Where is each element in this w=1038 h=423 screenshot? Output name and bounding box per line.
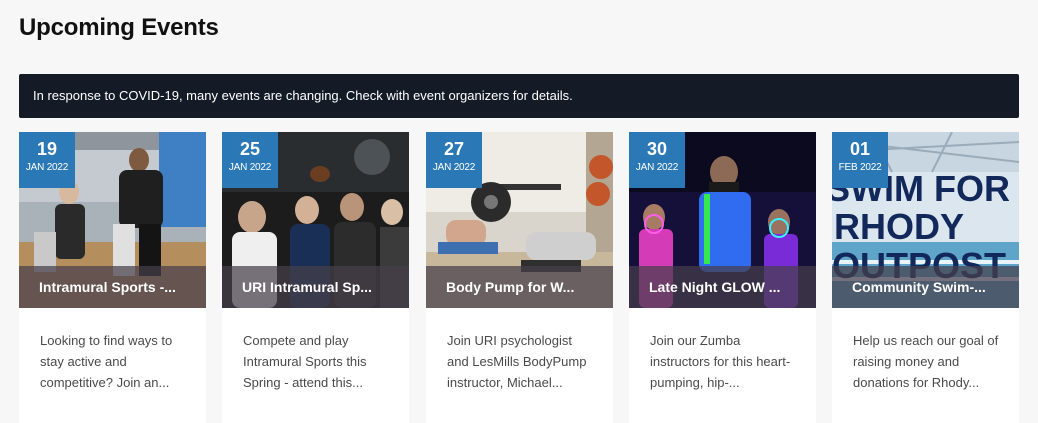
date-badge: 30 JAN 2022 bbox=[629, 132, 685, 188]
event-description: Join URI psychologist and LesMills BodyP… bbox=[447, 330, 597, 393]
event-image[interactable]: 19 JAN 2022 Intramural Sports -... bbox=[19, 132, 206, 308]
event-description-text: Join URI psychologist and LesMills BodyP… bbox=[447, 333, 587, 390]
event-card[interactable]: 19 JAN 2022 Intramural Sports -... Looki… bbox=[19, 132, 206, 423]
event-description: Join our Zumba instructors for this hear… bbox=[650, 330, 800, 393]
event-title[interactable]: Late Night GLOW ... bbox=[649, 278, 801, 296]
date-badge: 25 JAN 2022 bbox=[222, 132, 278, 188]
date-month: JAN 2022 bbox=[635, 162, 679, 173]
date-month: FEB 2022 bbox=[838, 162, 882, 173]
event-card[interactable]: 30 JAN 2022 Late Night GLOW ... Join our… bbox=[629, 132, 816, 423]
event-image[interactable]: 30 JAN 2022 Late Night GLOW ... bbox=[629, 132, 816, 308]
title-bar: Late Night GLOW ... bbox=[629, 266, 816, 308]
date-month: JAN 2022 bbox=[432, 162, 476, 173]
date-month: JAN 2022 bbox=[228, 162, 272, 173]
event-description: Compete and play Intramural Sports this … bbox=[243, 330, 393, 393]
event-description: Looking to find ways to stay active and … bbox=[40, 330, 190, 393]
date-day: 19 bbox=[36, 139, 58, 159]
date-badge: 27 JAN 2022 bbox=[426, 132, 482, 188]
event-description-text: Join our Zumba instructors for this hear… bbox=[650, 333, 791, 390]
poster-line-2: RHODY bbox=[834, 206, 964, 247]
date-day: 30 bbox=[646, 139, 668, 159]
date-badge: 01 FEB 2022 bbox=[832, 132, 888, 188]
event-title[interactable]: URI Intramural Sp... bbox=[242, 278, 394, 296]
date-day: 25 bbox=[239, 139, 261, 159]
event-description-text: Looking to find ways to stay active and … bbox=[40, 333, 173, 390]
covid-notice-banner: In response to COVID-19, many events are… bbox=[19, 74, 1019, 118]
event-image[interactable]: SWIM FOR RHODY OUTPOST 01 FEB 2022 Commu… bbox=[832, 132, 1019, 308]
date-month: JAN 2022 bbox=[25, 162, 69, 173]
event-image[interactable]: 27 JAN 2022 Body Pump for W... bbox=[426, 132, 613, 308]
event-description: Help us reach our goal of raising money … bbox=[853, 330, 1003, 393]
title-bar: Intramural Sports -... bbox=[19, 266, 206, 308]
event-card[interactable]: 27 JAN 2022 Body Pump for W... Join URI … bbox=[426, 132, 613, 423]
title-bar: URI Intramural Sp... bbox=[222, 266, 409, 308]
event-title[interactable]: Body Pump for W... bbox=[446, 278, 598, 296]
date-badge: 19 JAN 2022 bbox=[19, 132, 75, 188]
event-description-text: Help us reach our goal of raising money … bbox=[853, 333, 999, 390]
event-title[interactable]: Community Swim-... bbox=[852, 278, 1004, 296]
date-day: 01 bbox=[849, 139, 871, 159]
title-bar: Body Pump for W... bbox=[426, 266, 613, 308]
event-description-text: Compete and play Intramural Sports this … bbox=[243, 333, 367, 390]
event-cards: 19 JAN 2022 Intramural Sports -... Looki… bbox=[19, 132, 1019, 423]
event-title[interactable]: Intramural Sports -... bbox=[39, 278, 191, 296]
event-card[interactable]: SWIM FOR RHODY OUTPOST 01 FEB 2022 Commu… bbox=[832, 132, 1019, 423]
title-bar: Community Swim-... bbox=[832, 266, 1019, 308]
event-card[interactable]: 25 JAN 2022 URI Intramural Sp... Compete… bbox=[222, 132, 409, 423]
date-day: 27 bbox=[443, 139, 465, 159]
page-title: Upcoming Events bbox=[19, 14, 219, 41]
event-image[interactable]: 25 JAN 2022 URI Intramural Sp... bbox=[222, 132, 409, 308]
